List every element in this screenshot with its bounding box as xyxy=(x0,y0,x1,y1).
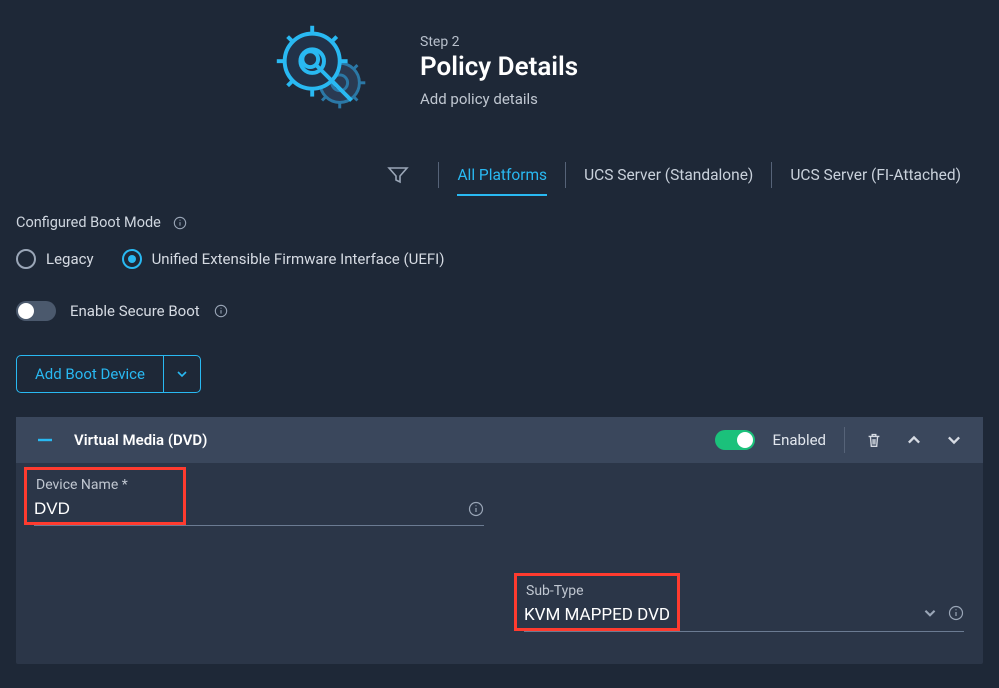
add-boot-device-button[interactable]: Add Boot Device xyxy=(16,355,201,393)
secure-boot-row: Enable Secure Boot xyxy=(16,301,983,321)
radio-legacy[interactable]: Legacy xyxy=(16,249,94,269)
policy-gear-icon xyxy=(260,16,388,126)
device-card-body: Device Name * Sub-Type KVM MAPPED DVD xyxy=(16,463,983,664)
page-title: Policy Details xyxy=(420,52,578,82)
filter-icon[interactable] xyxy=(386,163,410,187)
device-enabled-toggle[interactable] xyxy=(715,430,755,450)
platform-tab-bar: All Platforms UCS Server (Standalone) UC… xyxy=(0,126,999,196)
device-subtype-select[interactable]: KVM MAPPED DVD xyxy=(524,603,964,632)
device-title: Virtual Media (DVD) xyxy=(74,431,715,449)
page-subtitle: Add policy details xyxy=(420,90,578,108)
trash-icon[interactable] xyxy=(863,429,885,451)
device-subtype-field: Sub-Type KVM MAPPED DVD xyxy=(524,577,964,632)
radio-legacy-label: Legacy xyxy=(46,250,94,268)
device-card-header: Virtual Media (DVD) Enabled xyxy=(16,417,983,463)
device-subtype-value: KVM MAPPED DVD xyxy=(524,605,922,625)
device-subtype-label: Sub-Type xyxy=(524,577,964,603)
device-enabled-label: Enabled xyxy=(773,431,826,449)
radio-bullet xyxy=(16,249,36,269)
chevron-down-icon[interactable] xyxy=(943,429,965,451)
info-icon[interactable] xyxy=(173,216,187,230)
radio-uefi[interactable]: Unified Extensible Firmware Interface (U… xyxy=(122,249,445,269)
boot-mode-radio-group: Legacy Unified Extensible Firmware Inter… xyxy=(16,249,983,269)
info-icon[interactable] xyxy=(468,501,484,517)
chevron-up-icon[interactable] xyxy=(903,429,925,451)
tab-all-platforms[interactable]: All Platforms xyxy=(438,162,565,188)
step-label: Step 2 xyxy=(420,34,578,50)
toggle-knob xyxy=(18,303,34,319)
add-boot-device-label: Add Boot Device xyxy=(17,356,163,392)
info-icon[interactable] xyxy=(214,304,228,318)
device-name-input[interactable] xyxy=(34,499,468,519)
tab-ucs-fi-attached[interactable]: UCS Server (FI-Attached) xyxy=(771,162,979,188)
device-name-field: Device Name * xyxy=(34,471,484,632)
device-header-actions: Enabled xyxy=(715,427,965,453)
tab-ucs-standalone[interactable]: UCS Server (Standalone) xyxy=(565,162,771,188)
secure-boot-toggle[interactable] xyxy=(16,301,56,321)
info-icon[interactable] xyxy=(948,605,964,625)
wizard-header: Step 2 Policy Details Add policy details xyxy=(0,0,999,126)
radio-bullet xyxy=(122,249,142,269)
device-name-label: Device Name * xyxy=(34,471,484,497)
boot-mode-title: Configured Boot Mode xyxy=(16,214,161,231)
chevron-down-icon[interactable] xyxy=(163,356,200,392)
separator xyxy=(844,427,845,453)
boot-mode-section: Configured Boot Mode Legacy Unified Exte… xyxy=(0,196,999,664)
collapse-icon[interactable] xyxy=(34,429,56,451)
secure-boot-label: Enable Secure Boot xyxy=(70,302,200,320)
radio-uefi-label: Unified Extensible Firmware Interface (U… xyxy=(152,250,445,268)
toggle-knob xyxy=(737,432,753,448)
boot-device-card: Virtual Media (DVD) Enabled xyxy=(16,417,983,664)
chevron-down-icon xyxy=(922,605,938,625)
wizard-text: Step 2 Policy Details Add policy details xyxy=(420,34,578,108)
